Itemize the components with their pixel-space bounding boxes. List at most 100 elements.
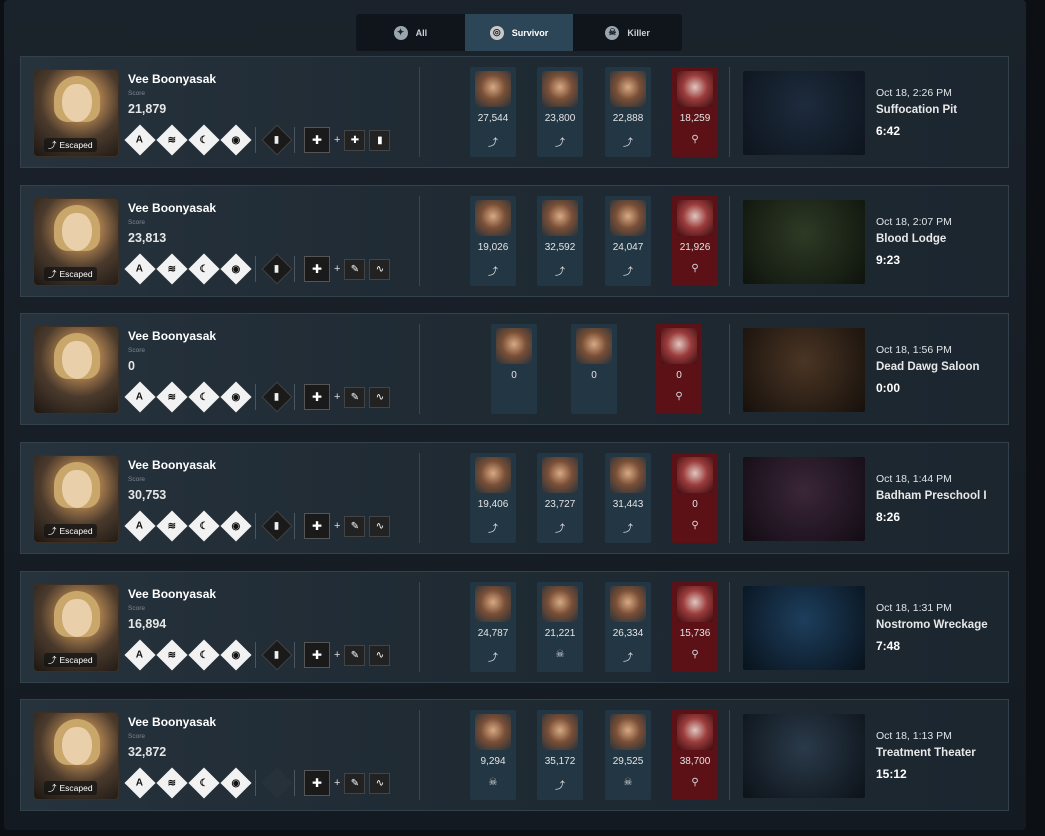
divider: [255, 642, 256, 668]
loadout: A ≋ ☾ ◉ ▮ ✚ + ✎ ∿: [124, 381, 394, 413]
tab-label: Killer: [627, 27, 650, 38]
divider: [419, 453, 420, 543]
addon-icon: ∿: [369, 772, 391, 794]
survivor-card[interactable]: 9,294 ☠: [470, 710, 516, 800]
loadout: A ≋ ☾ ◉ ▮ ✚ + ✎ ∿: [124, 510, 394, 542]
match-date: Oct 18, 1:56 PM: [876, 344, 952, 356]
perk-icon: ☾: [188, 253, 220, 285]
survivor-card[interactable]: 24,047 ⤴: [605, 196, 651, 286]
offering-icon: ▮: [261, 253, 293, 285]
divider: [255, 127, 256, 153]
survivor-card[interactable]: 29,525 ☠: [605, 710, 651, 800]
match-row[interactable]: ⤴ Escaped Vee Boonyasak Score 23,813 A ≋ ☾ ◉…: [20, 185, 1009, 297]
survivor-card[interactable]: 21,221 ☠: [537, 582, 583, 672]
divider: [294, 642, 295, 668]
player-name: Vee Boonyasak: [128, 72, 217, 86]
medkit-icon: ✚: [304, 770, 330, 796]
survivor-card[interactable]: 0: [491, 324, 537, 414]
player-avatar: [542, 586, 578, 622]
divider: [419, 196, 420, 286]
player-score: 21,221: [544, 628, 576, 639]
player-avatar: [475, 71, 511, 107]
match-row[interactable]: ⤴ Escaped Vee Boonyasak Score 16,894 A ≋ ☾ ◉…: [20, 571, 1009, 683]
player-name: Vee Boonyasak: [128, 201, 217, 215]
players-list: 19,406 ⤴ 23,727 ⤴ 31,443 ⤴ 0 ⚲: [439, 453, 729, 543]
addon-icon: ▮: [369, 129, 391, 151]
killer-card[interactable]: 0 ⚲: [656, 324, 702, 414]
player-score: 0: [692, 499, 698, 510]
player-avatar: [542, 71, 578, 107]
character-portrait: [33, 326, 119, 414]
survivor-card[interactable]: 31,443 ⤴: [605, 453, 651, 543]
tab-killer[interactable]: ☠ Killer: [573, 14, 682, 51]
survivor-card[interactable]: 22,888 ⤴: [605, 67, 651, 157]
escaped-icon: ⤴: [555, 138, 565, 149]
tab-all[interactable]: ✦ All: [356, 14, 465, 51]
map-thumbnail: [743, 71, 865, 155]
perk-icon: A: [124, 510, 156, 542]
survivor-card[interactable]: 0: [571, 324, 617, 414]
divider: [729, 67, 730, 157]
divider: [419, 67, 420, 157]
player-score: 18,259: [679, 113, 711, 124]
addon-icon: ✎: [344, 515, 366, 537]
perk-icon: ≋: [156, 124, 188, 156]
perk-icon: ≋: [156, 639, 188, 671]
divider: [294, 384, 295, 410]
player-score: 32,592: [544, 242, 576, 253]
match-row[interactable]: ⤴ Escaped Vee Boonyasak Score 21,879 A ≋ ☾ ◉…: [20, 56, 1009, 168]
survivor-card[interactable]: 32,592 ⤴: [537, 196, 583, 286]
killer-card[interactable]: 15,736 ⚲: [672, 582, 718, 672]
killer-card[interactable]: 0 ⚲: [672, 453, 718, 543]
escaped-icon: ⤴: [48, 140, 57, 150]
skull-icon: ☠: [555, 649, 565, 660]
offering-icon: ▮: [261, 124, 293, 156]
addon-icon: ∿: [369, 644, 391, 666]
divider: [729, 582, 730, 672]
killer-card[interactable]: 18,259 ⚲: [672, 67, 718, 157]
match-row[interactable]: ⤴ Escaped Vee Boonyasak Score 30,753 A ≋ ☾ ◉…: [20, 442, 1009, 554]
player-avatar: [661, 328, 697, 364]
plus-icon: +: [334, 649, 341, 661]
divider: [729, 453, 730, 543]
player-score: 0: [591, 370, 597, 381]
killer-card[interactable]: 38,700 ⚲: [672, 710, 718, 800]
survivor-card[interactable]: 19,026 ⤴: [470, 196, 516, 286]
medkit-icon: ✚: [304, 642, 330, 668]
player-avatar: [475, 714, 511, 750]
killer-card[interactable]: 21,926 ⚲: [672, 196, 718, 286]
match-row[interactable]: ⤴ Escaped Vee Boonyasak Score 32,872 A ≋ ☾ ◉…: [20, 699, 1009, 811]
survivor-card[interactable]: 24,787 ⤴: [470, 582, 516, 672]
escaped-icon: ⤴: [48, 783, 57, 793]
player-name: Vee Boonyasak: [128, 715, 217, 729]
match-duration: 8:26: [876, 510, 901, 524]
player-score: 26,334: [612, 628, 644, 639]
survivor-card[interactable]: 27,544 ⤴: [470, 67, 516, 157]
escaped-icon: ⤴: [555, 267, 565, 278]
addon-icon: ✎: [344, 386, 366, 408]
divider: [255, 384, 256, 410]
player-avatar: [677, 200, 713, 236]
player-avatar: [475, 586, 511, 622]
player-score-value: 21,879: [128, 102, 167, 116]
player-name: Vee Boonyasak: [128, 329, 217, 343]
perk-icon: ≋: [156, 767, 188, 799]
survivor-card[interactable]: 26,334 ⤴: [605, 582, 651, 672]
survivor-card[interactable]: 35,172 ⤴: [537, 710, 583, 800]
player-avatar: [610, 586, 646, 622]
match-row[interactable]: Vee Boonyasak Score 0 A ≋ ☾ ◉ ▮ ✚ + ✎ ∿ 0 0 …: [20, 313, 1009, 425]
match-date: Oct 18, 2:26 PM: [876, 87, 952, 99]
addon-icon: ✎: [344, 258, 366, 280]
perk-icon: A: [124, 381, 156, 413]
tab-survivor[interactable]: ◎ Survivor: [464, 14, 574, 51]
match-duration: 15:12: [876, 767, 907, 781]
survivor-card[interactable]: 23,800 ⤴: [537, 67, 583, 157]
medkit-icon: ✚: [304, 384, 330, 410]
player-score: 23,800: [544, 113, 576, 124]
perk-icon: ☾: [188, 381, 220, 413]
skull-icon: ☠: [488, 777, 498, 788]
tab-label: All: [415, 27, 428, 38]
survivor-card[interactable]: 19,406 ⤴: [470, 453, 516, 543]
map-thumbnail: [743, 457, 865, 541]
survivor-card[interactable]: 23,727 ⤴: [537, 453, 583, 543]
